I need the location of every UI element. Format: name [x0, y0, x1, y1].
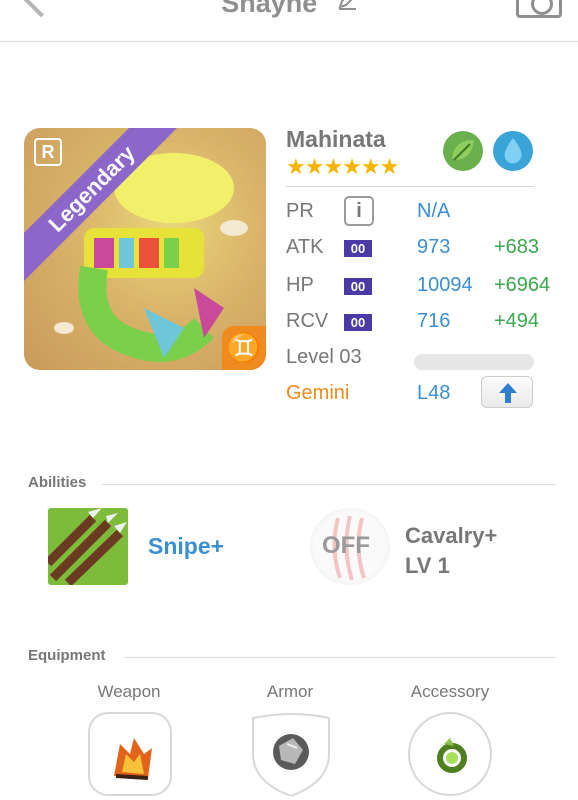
arrow-up-icon: [499, 383, 517, 403]
level-row: Level 03: [286, 342, 566, 372]
armor-label: Armor: [266, 682, 314, 701]
name-divider: [286, 186, 534, 187]
ability-snipe-icon[interactable]: [48, 508, 128, 585]
zodiac-gemini-icon: ♊: [222, 326, 266, 370]
zodiac-label: Gemini: [286, 382, 350, 404]
stat-value: 973: [417, 236, 451, 258]
armor-gem-icon: [252, 713, 330, 798]
arrows-icon: [48, 508, 128, 585]
stat-row-hp: HP 00 10094 +6964: [286, 270, 566, 300]
armor-slot[interactable]: [249, 712, 333, 798]
ability-name-line1: Cavalry+: [405, 523, 498, 548]
character-art[interactable]: Legendary R ♊: [24, 128, 266, 370]
info-icon[interactable]: i: [344, 196, 374, 226]
level-label: Level 03: [286, 346, 362, 368]
zodiac-row: Gemini L48: [286, 376, 566, 408]
evolve-button[interactable]: [481, 376, 533, 408]
equipment-divider: [124, 657, 556, 658]
stat-label: ATK: [286, 236, 324, 258]
leaf-icon: [443, 131, 483, 171]
plus-tag: 00: [344, 278, 372, 295]
accessory-slot[interactable]: [408, 712, 492, 796]
green-ring-icon: [437, 738, 467, 773]
plus-tag: 00: [344, 314, 372, 331]
level-progress-bar: [414, 354, 534, 370]
camera-icon[interactable]: [516, 0, 562, 18]
accessory-label: Accessory: [410, 682, 490, 701]
pencil-icon[interactable]: [337, 0, 357, 10]
weapon-slot[interactable]: [88, 712, 172, 796]
zodiac-level: L48: [417, 382, 451, 404]
fire-weapon-icon: [114, 738, 152, 780]
abilities-heading: Abilities: [28, 474, 87, 491]
rarity-badge: R: [34, 138, 62, 166]
abilities-divider: [102, 484, 556, 485]
top-bar: Shayne: [0, 0, 578, 42]
equipment-heading: Equipment: [28, 647, 106, 664]
stat-row-atk: ATK 00 973 +683: [286, 232, 566, 262]
stat-bonus: +494: [494, 310, 540, 332]
stat-row-rcv: RCV 00 716 +494: [286, 306, 566, 336]
water-drop-icon: [493, 131, 533, 171]
stat-label: HP: [286, 274, 314, 296]
stat-label: PR: [286, 200, 314, 222]
stat-value: 716: [417, 310, 451, 332]
ability-name: Snipe+: [148, 533, 225, 559]
stat-value: 10094: [417, 274, 473, 296]
star-rating: ★★★★★★: [286, 154, 399, 179]
page-title: Shayne: [0, 0, 578, 19]
stat-label: RCV: [286, 310, 329, 332]
stat-bonus: +683: [494, 236, 540, 258]
profile-name: Shayne: [221, 0, 318, 18]
weapon-label: Weapon: [97, 682, 161, 701]
stat-row-pr: PR i N/A: [286, 196, 566, 226]
stat-bonus: +6964: [494, 274, 551, 296]
ability-status: OFF: [322, 532, 370, 559]
plus-tag: 00: [344, 240, 372, 257]
ability-name: Cavalry+ LV 1: [405, 521, 497, 581]
ability-level: LV 1: [405, 553, 450, 578]
character-name: Mahinata: [286, 126, 386, 152]
stat-value: N/A: [417, 200, 451, 222]
